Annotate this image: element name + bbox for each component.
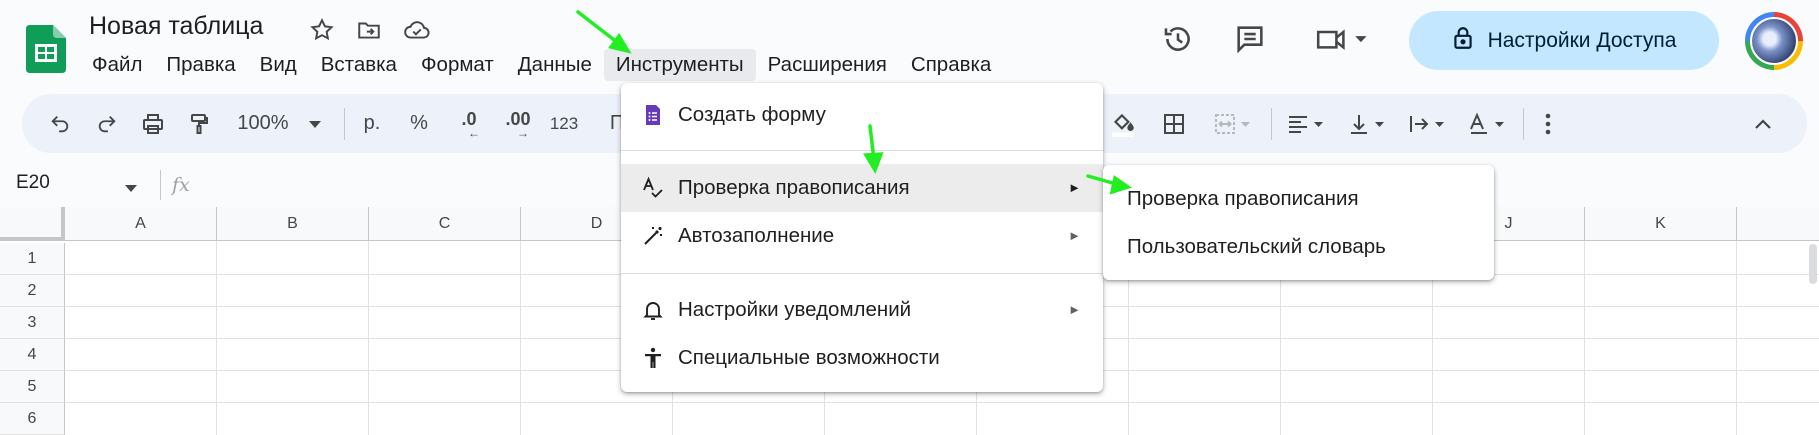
annotation-arrow-icon — [576, 10, 632, 54]
annotation-arrows — [576, 10, 1132, 195]
annotation-arrow-icon — [863, 124, 884, 175]
annotation-arrow-icon — [1086, 174, 1132, 195]
